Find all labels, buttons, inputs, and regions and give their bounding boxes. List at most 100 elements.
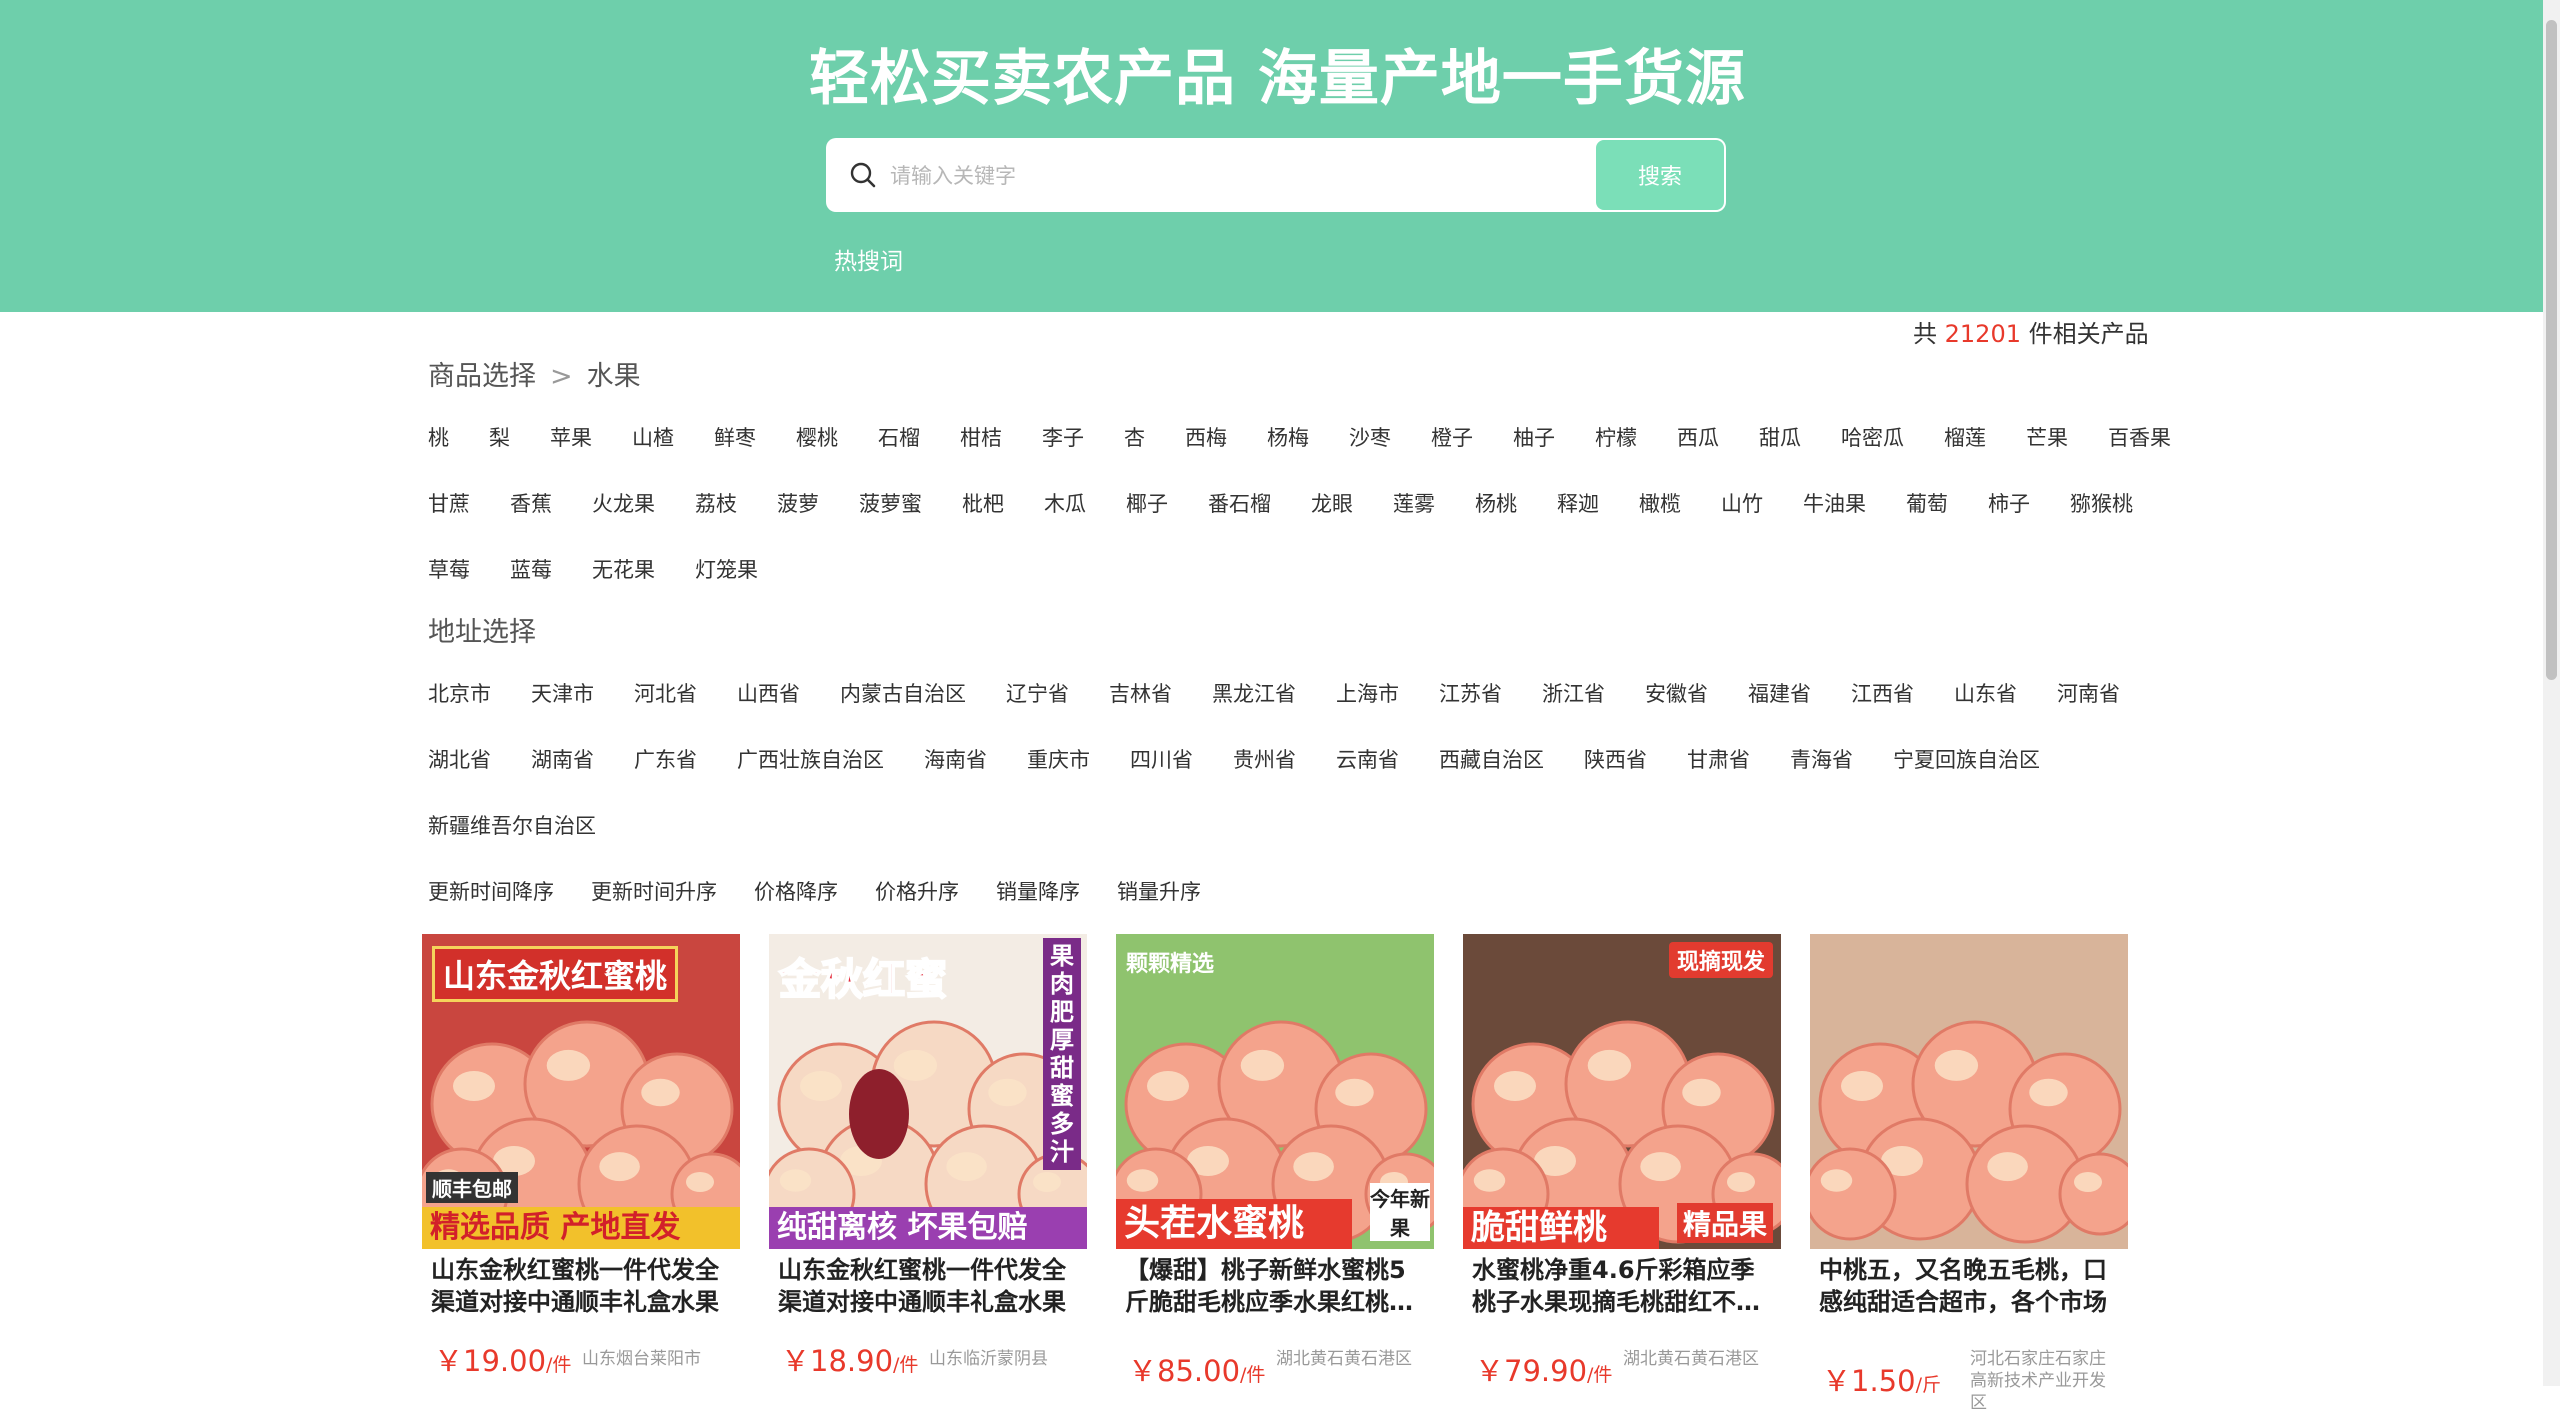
category-chip[interactable]: 山竹	[1721, 488, 1763, 518]
category-chip[interactable]: 灯笼果	[695, 554, 758, 584]
search-input[interactable]	[888, 138, 1412, 214]
address-chip[interactable]: 浙江省	[1542, 678, 1605, 708]
category-chip[interactable]: 杨梅	[1267, 422, 1309, 452]
address-chip[interactable]: 山西省	[737, 678, 800, 708]
product-title[interactable]: 山东金秋红蜜桃一件代发全渠道对接中通顺丰礼盒水果	[431, 1254, 733, 1318]
address-chip[interactable]: 北京市	[428, 678, 491, 708]
product-image[interactable]: 山东金秋红蜜桃 顺丰包邮 精选品质 产地直发	[422, 934, 740, 1249]
address-chip[interactable]: 黑龙江省	[1212, 678, 1296, 708]
address-chip[interactable]: 青海省	[1790, 744, 1853, 774]
category-chip[interactable]: 樱桃	[796, 422, 838, 452]
category-chip[interactable]: 橄榄	[1639, 488, 1681, 518]
address-chip[interactable]: 福建省	[1748, 678, 1811, 708]
category-chip[interactable]: 鲜枣	[714, 422, 756, 452]
category-chip[interactable]: 西瓜	[1677, 422, 1719, 452]
address-chip[interactable]: 湖南省	[531, 744, 594, 774]
address-chip[interactable]: 云南省	[1336, 744, 1399, 774]
sort-option[interactable]: 销量升序	[1117, 876, 1201, 906]
category-chip[interactable]: 榴莲	[1944, 422, 1986, 452]
product-card[interactable]: 现摘现发精品果脆甜鲜桃水蜜桃净重4.6斤彩箱应季桃子水果现摘毛桃甜红不软桃 ￥79…	[1463, 934, 1781, 1388]
scrollbar-thumb[interactable]	[2546, 20, 2557, 680]
category-chip[interactable]: 葡萄	[1906, 488, 1948, 518]
category-chip[interactable]: 桃	[428, 422, 449, 452]
address-chip[interactable]: 贵州省	[1233, 744, 1296, 774]
category-chip[interactable]: 梨	[489, 422, 510, 452]
category-chip[interactable]: 苹果	[550, 422, 592, 452]
address-chip[interactable]: 上海市	[1336, 678, 1399, 708]
address-chip[interactable]: 宁夏回族自治区	[1893, 744, 2040, 774]
product-title[interactable]: 中桃五，又名晚五毛桃，口感纯甜适合超市，各个市场	[1819, 1254, 2121, 1318]
address-chip[interactable]: 江西省	[1851, 678, 1914, 708]
category-select-label[interactable]: 商品选择	[428, 361, 536, 392]
product-title[interactable]: 【爆甜】桃子新鲜水蜜桃5斤脆甜毛桃应季水果红桃包邮	[1125, 1254, 1427, 1318]
address-chip[interactable]: 河南省	[2057, 678, 2120, 708]
category-chip[interactable]: 甘蔗	[428, 488, 470, 518]
category-chip[interactable]: 草莓	[428, 554, 470, 584]
address-chip[interactable]: 新疆维吾尔自治区	[428, 810, 596, 840]
address-chip[interactable]: 广东省	[634, 744, 697, 774]
category-chip[interactable]: 枇杷	[962, 488, 1004, 518]
address-chip[interactable]: 西藏自治区	[1439, 744, 1544, 774]
product-card[interactable]: 颗颗精选今年新果头茬水蜜桃【爆甜】桃子新鲜水蜜桃5斤脆甜毛桃应季水果红桃包邮 ￥8…	[1116, 934, 1434, 1388]
category-chip[interactable]: 无花果	[592, 554, 655, 584]
category-chip[interactable]: 番石榴	[1208, 488, 1271, 518]
category-chip[interactable]: 柠檬	[1595, 422, 1637, 452]
sort-option[interactable]: 销量降序	[996, 876, 1080, 906]
product-image[interactable]	[1810, 934, 2128, 1249]
category-chip[interactable]: 香蕉	[510, 488, 552, 518]
page-scrollbar[interactable]	[2543, 0, 2560, 1386]
category-chip[interactable]: 火龙果	[592, 488, 655, 518]
category-chip[interactable]: 柿子	[1988, 488, 2030, 518]
category-chip[interactable]: 柚子	[1513, 422, 1555, 452]
category-chip[interactable]: 椰子	[1126, 488, 1168, 518]
category-chip[interactable]: 沙枣	[1349, 422, 1391, 452]
product-title[interactable]: 水蜜桃净重4.6斤彩箱应季桃子水果现摘毛桃甜红不软桃	[1472, 1254, 1774, 1318]
address-chip[interactable]: 陕西省	[1584, 744, 1647, 774]
address-chip[interactable]: 天津市	[531, 678, 594, 708]
address-chip[interactable]: 广西壮族自治区	[737, 744, 884, 774]
address-chip[interactable]: 河北省	[634, 678, 697, 708]
address-chip[interactable]: 海南省	[924, 744, 987, 774]
product-title[interactable]: 山东金秋红蜜桃一件代发全渠道对接中通顺丰礼盒水果	[778, 1254, 1080, 1318]
category-chip[interactable]: 菠萝	[777, 488, 819, 518]
product-image[interactable]: 颗颗精选 今年新果 头茬水蜜桃	[1116, 934, 1434, 1249]
sort-option[interactable]: 价格降序	[754, 876, 838, 906]
sort-option[interactable]: 更新时间降序	[428, 876, 554, 906]
category-chip[interactable]: 牛油果	[1803, 488, 1866, 518]
address-chip[interactable]: 吉林省	[1109, 678, 1172, 708]
product-card[interactable]: 中桃五，又名晚五毛桃，口感纯甜适合超市，各个市场 ￥1.50/斤 河北石家庄石家庄高…	[1810, 934, 2128, 1413]
address-chip[interactable]: 四川省	[1130, 744, 1193, 774]
category-chip[interactable]: 百香果	[2108, 422, 2171, 452]
address-chip[interactable]: 山东省	[1954, 678, 2017, 708]
category-chip[interactable]: 柑桔	[960, 422, 1002, 452]
sort-option[interactable]: 价格升序	[875, 876, 959, 906]
category-chip[interactable]: 蓝莓	[510, 554, 552, 584]
category-chip[interactable]: 释迦	[1557, 488, 1599, 518]
address-chip[interactable]: 甘肃省	[1687, 744, 1750, 774]
product-image[interactable]: 金秋红蜜 果肉肥厚 甜蜜多汁 纯甜离核 坏果包赔	[769, 934, 1087, 1249]
category-chip[interactable]: 橙子	[1431, 422, 1473, 452]
category-chip[interactable]: 哈密瓜	[1841, 422, 1904, 452]
category-chip[interactable]: 甜瓜	[1759, 422, 1801, 452]
category-chip[interactable]: 菠萝蜜	[859, 488, 922, 518]
address-chip[interactable]: 辽宁省	[1006, 678, 1069, 708]
category-chip[interactable]: 猕猴桃	[2070, 488, 2133, 518]
product-card[interactable]: 山东金秋红蜜桃 顺丰包邮 精选品质 产地直发 山东金秋红蜜桃一件代发全渠道对接中通顺丰…	[422, 934, 740, 1386]
category-chip[interactable]: 龙眼	[1311, 488, 1353, 518]
category-chip[interactable]: 芒果	[2026, 422, 2068, 452]
search-button[interactable]: 搜索	[1596, 140, 1724, 210]
product-card[interactable]: 金秋红蜜 果肉肥厚 甜蜜多汁 纯甜离核 坏果包赔 山东金秋红蜜桃一件代发全渠道对接中通…	[769, 934, 1087, 1386]
address-chip[interactable]: 安徽省	[1645, 678, 1708, 708]
category-chip[interactable]: 杏	[1124, 422, 1145, 452]
category-chip[interactable]: 西梅	[1185, 422, 1227, 452]
product-image[interactable]: 现摘现发 精品果 脆甜鲜桃	[1463, 934, 1781, 1249]
category-chip[interactable]: 山楂	[632, 422, 674, 452]
address-chip[interactable]: 重庆市	[1027, 744, 1090, 774]
address-chip[interactable]: 江苏省	[1439, 678, 1502, 708]
address-chip[interactable]: 内蒙古自治区	[840, 678, 966, 708]
address-chip[interactable]: 湖北省	[428, 744, 491, 774]
category-chip[interactable]: 杨桃	[1475, 488, 1517, 518]
category-chip[interactable]: 李子	[1042, 422, 1084, 452]
category-chip[interactable]: 木瓜	[1044, 488, 1086, 518]
category-chip[interactable]: 荔枝	[695, 488, 737, 518]
